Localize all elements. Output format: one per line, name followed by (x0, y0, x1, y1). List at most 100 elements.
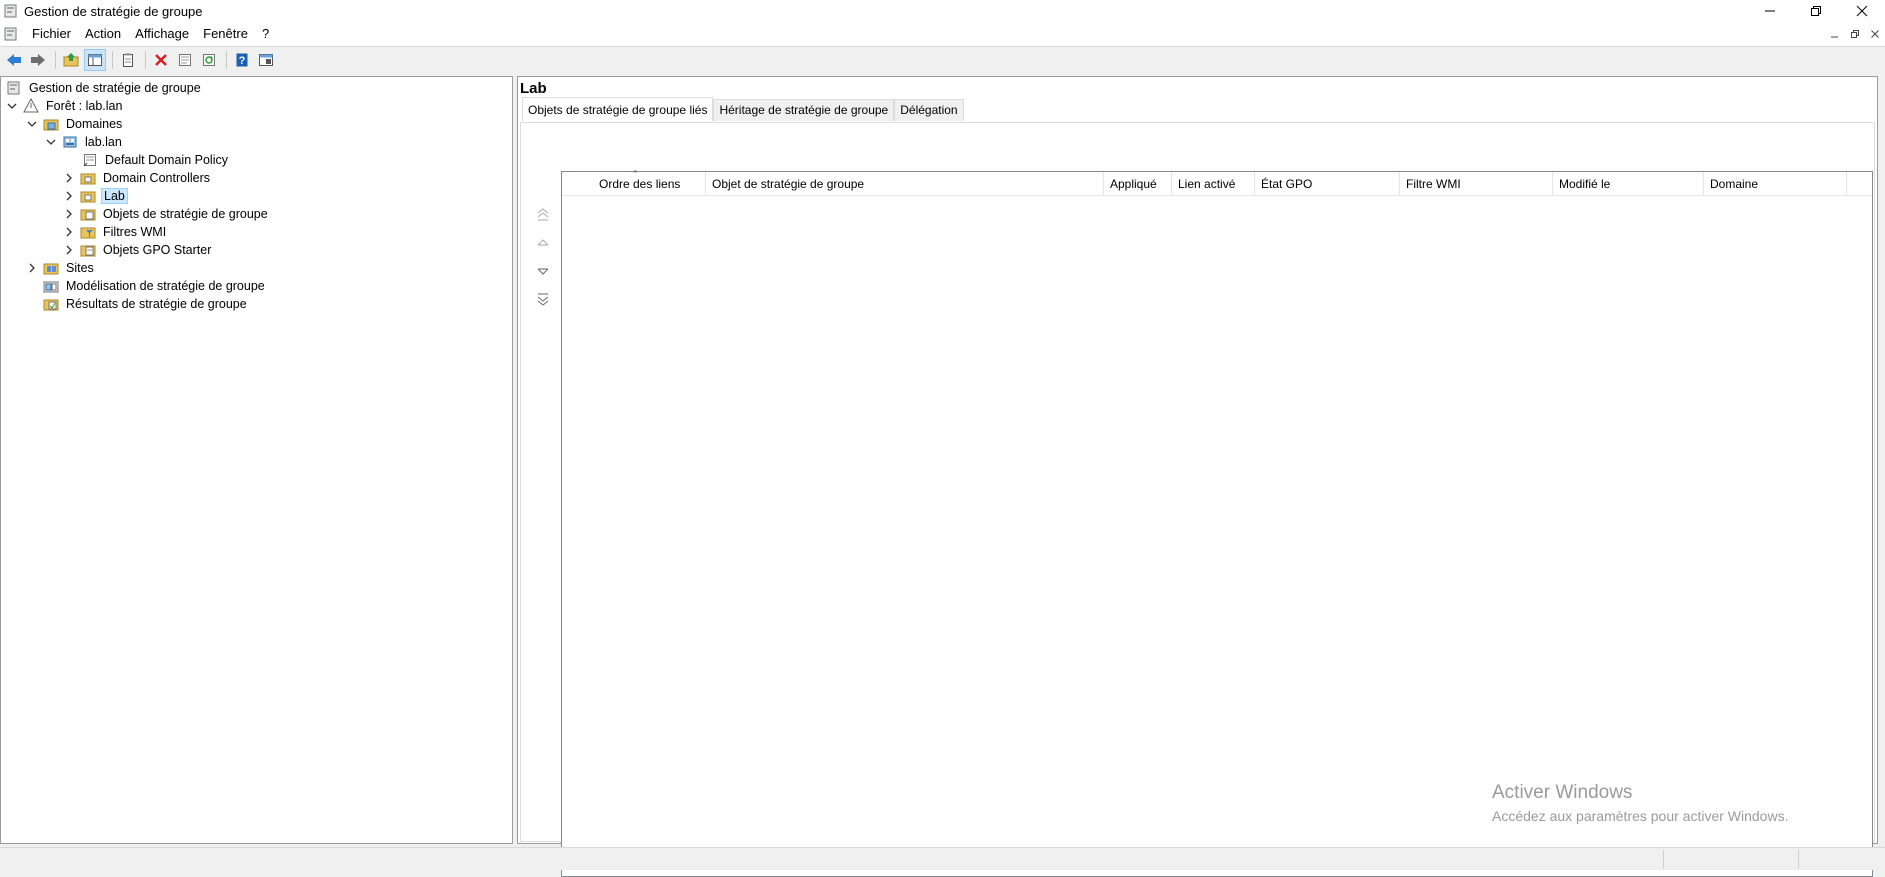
domain-icon (63, 136, 77, 148)
sites-folder-icon (43, 263, 59, 275)
tree-item-gpm-root[interactable]: Gestion de stratégie de groupe (6, 79, 203, 97)
tree-label: Objets GPO Starter (103, 243, 212, 257)
tab-linked-gpos[interactable]: Objets de stratégie de groupe liés (522, 97, 714, 121)
status-divider (1798, 850, 1799, 869)
column-header-gpo-status[interactable]: État GPO (1255, 172, 1400, 196)
properties-button[interactable] (174, 49, 196, 71)
forward-arrow-icon (31, 53, 45, 66)
delete-button[interactable] (150, 49, 172, 71)
tree-item-domains[interactable]: Domaines (26, 115, 124, 133)
move-up-button[interactable] (533, 233, 553, 253)
list-header: ^ Ordre des liens Objet de stratégie de … (562, 170, 1872, 196)
forward-button[interactable] (27, 49, 49, 71)
tree-item-domain-controllers[interactable]: Domain Controllers (63, 169, 212, 187)
chevron-right-icon[interactable] (63, 172, 75, 184)
modeling-icon (43, 281, 59, 293)
column-label: Lien activé (1178, 177, 1236, 191)
move-down-icon (537, 268, 549, 275)
move-to-bottom-button[interactable] (533, 289, 553, 309)
back-button[interactable] (3, 49, 25, 71)
refresh-button[interactable] (198, 49, 220, 71)
console-tree[interactable]: Gestion de stratégie de groupe Forêt : l… (0, 76, 513, 844)
column-header-gpo[interactable]: Objet de stratégie de groupe (706, 172, 1104, 196)
tree-item-default-domain-policy[interactable]: Default Domain Policy (82, 151, 230, 169)
starter-gpo-folder-icon (80, 245, 96, 257)
linked-gpo-list[interactable]: ^ Ordre des liens Objet de stratégie de … (561, 170, 1873, 877)
tab-gp-inheritance[interactable]: Héritage de stratégie de groupe (713, 99, 895, 121)
ou-folder-icon (80, 191, 96, 203)
window-title: Gestion de stratégie de groupe (24, 3, 203, 19)
menu-action[interactable]: Action (78, 22, 128, 46)
help-icon: ? (236, 53, 248, 67)
mmc-view-button[interactable] (255, 49, 277, 71)
status-divider (1663, 850, 1664, 869)
export-list-button[interactable] (117, 49, 139, 71)
mdi-close-button[interactable] (1865, 22, 1885, 46)
tree-label: Gestion de stratégie de groupe (29, 81, 201, 95)
chevron-down-icon[interactable] (6, 100, 18, 112)
show-hide-tree-button[interactable] (84, 48, 106, 71)
toolbar-separator (145, 50, 146, 69)
chevron-right-icon[interactable] (63, 208, 75, 220)
toolbar-separator (55, 50, 56, 69)
tree-item-lab[interactable]: Lab (63, 187, 128, 205)
tree-item-starter-gpos[interactable]: Objets GPO Starter (63, 241, 213, 259)
restore-icon (1851, 30, 1859, 38)
tree-item-forest[interactable]: Forêt : lab.lan (6, 97, 124, 115)
watermark-subtitle: Accédez aux paramètres pour activer Wind… (1492, 808, 1789, 824)
minimize-icon (1831, 36, 1838, 38)
forest-icon (23, 98, 39, 113)
mdi-restore-button[interactable] (1845, 22, 1865, 46)
move-to-top-button[interactable] (533, 205, 553, 225)
menu-fichier[interactable]: Fichier (25, 22, 78, 46)
watermark-title: Activer Windows (1492, 782, 1633, 803)
column-header-domain[interactable]: Domaine (1704, 172, 1847, 196)
column-header-link-enabled[interactable]: Lien activé (1172, 172, 1255, 196)
details-title: Lab (520, 80, 547, 97)
gpmc-app-icon (4, 4, 17, 18)
minimize-button[interactable] (1747, 0, 1793, 22)
up-folder-icon (63, 52, 79, 66)
chevron-down-icon[interactable] (26, 118, 38, 130)
system-menu-icon[interactable] (3, 26, 19, 42)
column-header-link-order[interactable]: ^ Ordre des liens (562, 170, 706, 196)
tree-item-sites[interactable]: Sites (26, 259, 96, 277)
chevron-down-icon[interactable] (45, 136, 57, 148)
column-header-enforced[interactable]: Appliqué (1104, 172, 1172, 196)
move-down-button[interactable] (533, 261, 553, 281)
gpo-link-icon (83, 154, 96, 167)
close-button[interactable] (1839, 0, 1885, 22)
chevron-right-icon[interactable] (63, 190, 75, 202)
show-hide-tree-icon (88, 53, 102, 66)
menu-affichage[interactable]: Affichage (128, 22, 196, 46)
menu-help[interactable]: ? (255, 22, 276, 46)
tree-label: Sites (66, 261, 94, 275)
mdi-minimize-button[interactable] (1825, 22, 1845, 46)
tree-item-gp-results[interactable]: Résultats de stratégie de groupe (43, 295, 249, 313)
up-one-level-button[interactable] (60, 49, 82, 71)
menu-fenetre[interactable]: Fenêtre (196, 22, 255, 46)
tab-delegation[interactable]: Délégation (894, 99, 964, 121)
details-pane: Lab Objets de stratégie de groupe liés H… (517, 76, 1878, 877)
column-label: Filtre WMI (1406, 177, 1461, 191)
tree-item-wmi-filters[interactable]: Filtres WMI (63, 223, 168, 241)
ou-folder-icon (80, 173, 96, 185)
tree-item-gp-modeling[interactable]: Modélisation de stratégie de groupe (43, 277, 267, 295)
move-up-icon (537, 239, 549, 246)
chevron-right-icon[interactable] (63, 226, 75, 238)
column-label: Appliqué (1110, 177, 1157, 191)
column-header-modified[interactable]: Modifié le (1553, 172, 1704, 196)
tree-item-gpo-objects[interactable]: Objets de stratégie de groupe (63, 205, 270, 223)
chevron-right-icon[interactable] (26, 262, 38, 274)
chevron-right-icon[interactable] (63, 244, 75, 256)
status-bar (0, 847, 1885, 870)
tree-label: Filtres WMI (103, 225, 167, 239)
tree-item-domain-lab-lan[interactable]: lab.lan (45, 133, 124, 151)
restore-button[interactable] (1793, 0, 1839, 22)
tree-label-selected: Lab (101, 188, 128, 204)
help-button[interactable]: ? (231, 49, 253, 71)
tab-content: ^ Ordre des liens Objet de stratégie de … (520, 122, 1875, 877)
column-header-wmi-filter[interactable]: Filtre WMI (1400, 172, 1553, 196)
delete-icon (155, 53, 167, 66)
menu-bar: Fichier Action Affichage Fenêtre ? (0, 22, 1885, 46)
